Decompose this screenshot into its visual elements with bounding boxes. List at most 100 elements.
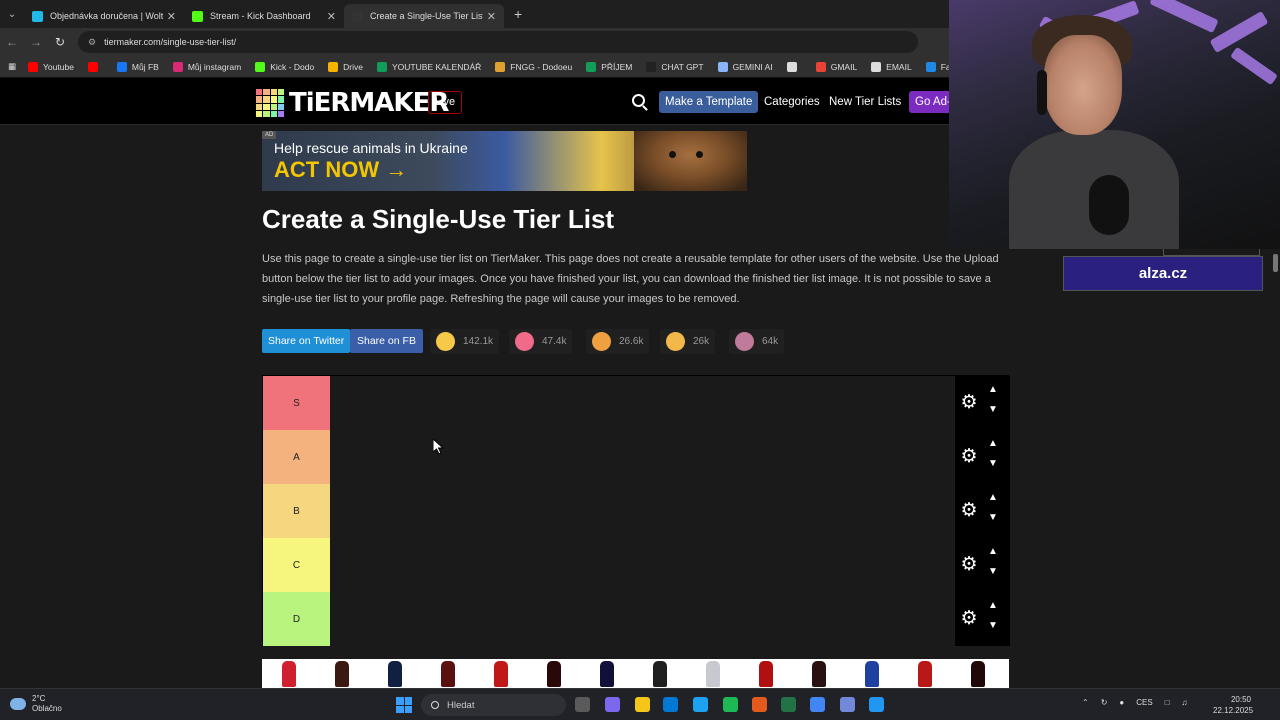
taskbar-search[interactable]: Hledat: [421, 694, 566, 716]
sync-icon[interactable]: ↻: [1101, 698, 1108, 707]
url-field[interactable]: ⚙ tiermaker.com/single-use-tier-list/: [78, 31, 918, 53]
network-icon[interactable]: □: [1165, 698, 1170, 707]
site-info-icon[interactable]: ⚙: [88, 37, 96, 48]
weather-widget[interactable]: 2°C Oblačno: [10, 694, 62, 714]
clock[interactable]: 20:50 22.12.2025: [1213, 694, 1253, 716]
soda-item[interactable]: [335, 661, 349, 687]
soda-item[interactable]: [812, 661, 826, 687]
taskbar-app-icon[interactable]: [752, 697, 767, 712]
bookmark-item[interactable]: FNGG - Dodoeu: [495, 61, 572, 72]
reaction-button[interactable]: 47.4k: [509, 329, 573, 354]
chevron-down-icon[interactable]: ▼: [988, 566, 998, 577]
search-icon[interactable]: [632, 94, 645, 107]
chevron-down-icon[interactable]: ▼: [988, 620, 998, 631]
close-tab-icon[interactable]: ✕: [167, 10, 176, 23]
soda-item[interactable]: [441, 661, 455, 687]
bookmark-item[interactable]: YOUTUBE KALENDÁŘ: [377, 61, 481, 72]
taskbar-app-icon[interactable]: [869, 697, 884, 712]
chevron-up-icon[interactable]: ▲: [988, 600, 998, 611]
reaction-button[interactable]: 26k: [660, 329, 716, 354]
scroll-thumb[interactable]: [1273, 254, 1278, 272]
tier-label[interactable]: S: [263, 376, 330, 430]
mic-icon[interactable]: ●: [1119, 698, 1124, 707]
tab-search-chevron-icon[interactable]: ⌄: [0, 0, 24, 28]
close-tab-icon[interactable]: ✕: [327, 10, 336, 23]
bookmark-item[interactable]: Drive: [328, 61, 363, 72]
live-button[interactable]: Live: [428, 91, 463, 114]
new-tier-lists-link[interactable]: New Tier Lists: [829, 91, 901, 113]
reload-icon[interactable]: ↻: [48, 35, 72, 49]
back-icon[interactable]: ←: [0, 35, 24, 49]
volume-icon[interactable]: ♫: [1182, 698, 1188, 707]
close-tab-icon[interactable]: ✕: [487, 10, 496, 23]
tier-drop-zone[interactable]: [330, 484, 955, 538]
soda-item[interactable]: [759, 661, 773, 687]
soda-item[interactable]: [653, 661, 667, 687]
alza-ad[interactable]: alza.cz: [1063, 256, 1263, 291]
gear-icon[interactable]: ⚙: [960, 393, 978, 412]
taskbar-app-icon[interactable]: [575, 697, 590, 712]
tier-label[interactable]: B: [263, 484, 330, 538]
reaction-button[interactable]: 142.1k: [430, 329, 500, 354]
chevron-down-icon[interactable]: ▼: [988, 458, 998, 469]
tier-label[interactable]: A: [263, 430, 330, 484]
soda-item[interactable]: [282, 661, 296, 687]
taskbar-app-icon[interactable]: [840, 697, 855, 712]
bookmark-item[interactable]: CHAT GPT: [646, 61, 704, 72]
new-tab-button[interactable]: +: [514, 6, 522, 22]
tier-label[interactable]: C: [263, 538, 330, 592]
taskbar-app-icon[interactable]: [810, 697, 825, 712]
soda-item[interactable]: [600, 661, 614, 687]
taskbar-app-icon[interactable]: [693, 697, 708, 712]
soda-item[interactable]: [547, 661, 561, 687]
gear-icon[interactable]: ⚙: [960, 501, 978, 520]
apps-grid-icon[interactable]: ▦: [8, 61, 16, 72]
tier-drop-zone[interactable]: [330, 430, 955, 484]
tier-label[interactable]: D: [263, 592, 330, 646]
gear-icon[interactable]: ⚙: [960, 555, 978, 574]
bookmark-item[interactable]: Kick - Dodo: [255, 61, 314, 72]
browser-tab[interactable]: Stream - Kick Dashboard ✕: [184, 4, 344, 28]
soda-item[interactable]: [706, 661, 720, 687]
soda-item[interactable]: [971, 661, 985, 687]
soda-item[interactable]: [865, 661, 879, 687]
make-template-button[interactable]: Make a Template: [659, 91, 759, 113]
page-scrollbar[interactable]: [1270, 249, 1280, 688]
windows-start-icon[interactable]: [396, 697, 412, 713]
chevron-down-icon[interactable]: ▼: [988, 512, 998, 523]
taskbar-app-icon[interactable]: [723, 697, 738, 712]
chevron-down-icon[interactable]: ▼: [988, 404, 998, 415]
reaction-button[interactable]: 64k: [729, 329, 785, 354]
soda-item[interactable]: [918, 661, 932, 687]
bookmark-item[interactable]: EMAIL: [871, 61, 912, 72]
gear-icon[interactable]: ⚙: [960, 447, 978, 466]
bookmark-item[interactable]: Můj instagram: [172, 61, 241, 72]
tier-drop-zone[interactable]: [330, 592, 955, 646]
gear-icon[interactable]: ⚙: [960, 609, 978, 628]
categories-link[interactable]: Categories: [764, 91, 820, 113]
taskbar-app-icon[interactable]: [635, 697, 650, 712]
bookmark-item[interactable]: GEMINI AI: [717, 61, 773, 72]
bookmark-item[interactable]: Youtube: [28, 61, 74, 72]
bookmark-item[interactable]: Můj FB: [116, 61, 159, 72]
taskbar-app-icon[interactable]: [781, 697, 796, 712]
chevron-up-icon[interactable]: ▲: [988, 546, 998, 557]
chevron-up-icon[interactable]: ▲: [988, 438, 998, 449]
forward-icon[interactable]: →: [24, 35, 48, 49]
bookmark-item[interactable]: PŘÍJEM: [586, 61, 632, 72]
bookmark-item[interactable]: [87, 61, 103, 72]
chevron-up-icon[interactable]: ▲: [988, 492, 998, 503]
tier-drop-zone[interactable]: [330, 376, 955, 430]
share-fb-button[interactable]: Share on FB: [350, 329, 423, 353]
soda-item[interactable]: [388, 661, 402, 687]
browser-tab[interactable]: Create a Single-Use Tier List (Pi ✕: [344, 4, 504, 28]
chevron-up-icon[interactable]: ⌃: [1082, 698, 1089, 707]
taskbar-app-icon[interactable]: [605, 697, 620, 712]
bookmark-item[interactable]: GMAIL: [815, 61, 857, 72]
chevron-up-icon[interactable]: ▲: [988, 384, 998, 395]
tier-drop-zone[interactable]: [330, 538, 955, 592]
soda-item[interactable]: [494, 661, 508, 687]
browser-tab[interactable]: Objednávka doručena | Wolt ✕: [24, 4, 184, 28]
taskbar-app-icon[interactable]: [663, 697, 678, 712]
reaction-button[interactable]: 26.6k: [586, 329, 650, 354]
